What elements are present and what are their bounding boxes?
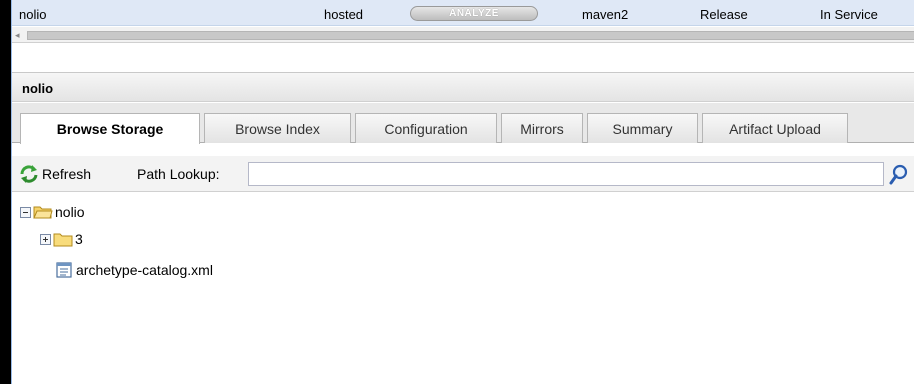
browse-toolbar: Refresh Path Lookup:	[12, 156, 914, 192]
repository-status: In Service	[820, 7, 878, 22]
refresh-icon	[20, 165, 38, 183]
expand-icon[interactable]	[40, 233, 51, 245]
tab-browse-storage[interactable]: Browse Storage	[20, 113, 200, 144]
repository-row-selected[interactable]: nolio hosted ANALYZE maven2 Release In S…	[12, 0, 914, 26]
tree-node-file[interactable]: archetype-catalog.xml	[55, 259, 213, 281]
repository-name: nolio	[19, 7, 47, 22]
tab-artifact-upload[interactable]: Artifact Upload	[702, 113, 848, 143]
repository-frame: nolio hosted ANALYZE maven2 Release In S…	[11, 0, 914, 384]
scrollbar-thumb[interactable]	[27, 31, 914, 40]
folder-open-icon	[33, 206, 53, 219]
path-lookup-label: Path Lookup:	[137, 166, 220, 182]
collapse-icon[interactable]	[20, 206, 31, 218]
analyze-button-label: ANALYZE	[449, 8, 499, 19]
path-lookup-input[interactable]	[248, 162, 884, 186]
tree-node-label: nolio	[55, 204, 85, 220]
analyze-button[interactable]: ANALYZE	[410, 6, 538, 21]
scroll-left-icon[interactable]: ◂	[15, 30, 20, 41]
tab-summary[interactable]: Summary	[587, 113, 698, 143]
tree-node-folder[interactable]: 3	[40, 228, 83, 250]
tree-node-root[interactable]: nolio	[20, 201, 85, 223]
file-icon	[56, 262, 72, 278]
folder-icon	[53, 233, 73, 247]
panel-title: nolio	[22, 81, 54, 96]
tab-browse-index[interactable]: Browse Index	[204, 113, 351, 143]
repository-format: maven2	[582, 7, 629, 22]
refresh-label: Refresh	[42, 166, 92, 182]
left-edge-bar	[0, 0, 11, 384]
refresh-button[interactable]: Refresh	[18, 163, 91, 185]
tab-mirrors[interactable]: Mirrors	[501, 113, 583, 143]
repository-policy: Release	[700, 7, 748, 22]
tab-configuration[interactable]: Configuration	[355, 113, 497, 143]
panel-header: nolio	[12, 72, 914, 102]
horizontal-scrollbar[interactable]: ◂	[12, 27, 914, 43]
repository-type: hosted	[324, 7, 364, 22]
tab-strip: Browse Storage Browse Index Configuratio…	[12, 103, 914, 144]
tree-node-label: archetype-catalog.xml	[76, 262, 213, 278]
search-icon[interactable]	[888, 164, 910, 186]
tree-node-label: 3	[75, 231, 83, 247]
storage-tree: nolio 3 archetype-catalog.xml	[12, 193, 914, 384]
